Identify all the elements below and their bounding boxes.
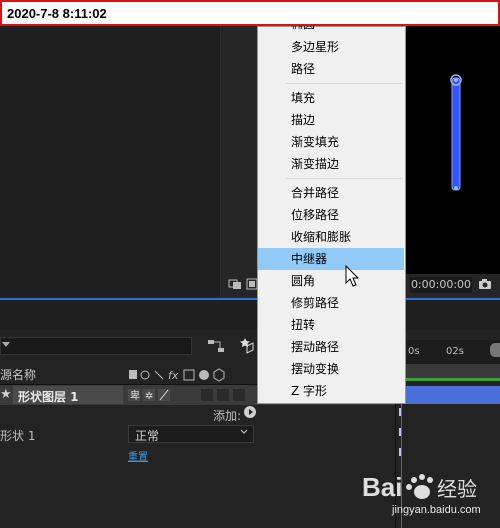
baidu-watermark-logo: Bai 经验 <box>362 472 477 502</box>
menu-item-label: 合并路径 <box>291 186 340 200</box>
menu-item-label: 修剪路径 <box>291 296 340 310</box>
chevron-down-icon[interactable] <box>240 428 248 436</box>
menu-item-zig-zag[interactable]: Z 字形 <box>258 380 404 402</box>
rectangle-shape-preview[interactable] <box>440 72 474 202</box>
menu-item-label: 渐变填充 <box>291 135 340 149</box>
layer-search-input[interactable] <box>0 337 192 355</box>
flowchart-icon[interactable] <box>207 339 225 353</box>
cache-indicator <box>396 378 500 381</box>
add-play-icon[interactable] <box>244 406 256 418</box>
ruler-tick-02s: 02s <box>446 346 464 357</box>
menu-separator <box>286 178 402 179</box>
menu-item-partial[interactable]: 椭圆 <box>258 26 404 36</box>
svg-text:Bai: Bai <box>362 472 402 502</box>
menu-separator <box>286 83 402 84</box>
motion-blur-icon <box>183 369 195 381</box>
menu-item-wiggle-transform[interactable]: 摆动变换 <box>258 358 404 380</box>
timestamp-text: 2020-7-8 8:11:02 <box>7 6 107 21</box>
menu-item-label: 路径 <box>291 62 316 76</box>
layer-star-icon: ★ <box>0 387 12 402</box>
menu-item-twist[interactable]: 扭转 <box>258 314 404 336</box>
search-dropdown-icon[interactable] <box>2 342 10 347</box>
menu-item-label: 摆动路径 <box>291 340 340 354</box>
add-label: 添加: <box>213 409 242 423</box>
menu-item-label: 收缩和膨胀 <box>291 230 352 244</box>
camera-icon[interactable] <box>478 278 492 290</box>
menu-item-label: 位移路径 <box>291 208 340 222</box>
timeline-tab-strip <box>0 300 500 330</box>
reset-link[interactable]: 重置 <box>128 448 148 463</box>
source-name-column[interactable]: 源名称 <box>0 366 36 383</box>
menu-item-label: 扭转 <box>291 318 316 332</box>
menu-item-polystar[interactable]: 多边星形 <box>258 36 404 58</box>
layer-duration-bar[interactable] <box>396 386 500 404</box>
menu-item-label: 椭圆 <box>291 26 315 35</box>
svg-text:经验: 经验 <box>437 477 477 501</box>
zoom-handle[interactable] <box>490 343 500 357</box>
adjustment-icon <box>199 370 209 380</box>
shape-tool-icon[interactable] <box>238 336 256 354</box>
menu-item-stroke[interactable]: 描边 <box>258 109 404 131</box>
menu-item-wiggle-paths[interactable]: 摆动路径 <box>258 336 404 358</box>
menu-item-label: Z 字形 <box>291 384 328 398</box>
menu-item-merge-paths[interactable]: 合并路径 <box>258 182 404 204</box>
layer-switches[interactable]: 卑 ✲ <box>128 388 172 402</box>
switches-header: fx <box>129 368 225 382</box>
svg-text:卑: 卑 <box>130 389 140 402</box>
3d-icon <box>213 368 225 382</box>
watermark-url: jingyan.baidu.com <box>392 504 481 516</box>
shape-group-label: 形状 1 <box>0 429 36 443</box>
svg-text:✲: ✲ <box>145 391 153 402</box>
menu-item-trim-paths[interactable]: 修剪路径 <box>258 292 404 314</box>
quality-icon <box>154 370 164 380</box>
menu-item-gradient-stroke[interactable]: 渐变描边 <box>258 153 404 175</box>
menu-item-label: 摆动变换 <box>291 362 340 376</box>
add-row <box>0 405 395 425</box>
project-panel <box>0 26 221 296</box>
menu-item-label: 多边星形 <box>291 40 340 54</box>
snapshot-icon[interactable] <box>228 278 242 290</box>
layer-name: 形状图层 1 <box>18 390 79 404</box>
menu-item-path[interactable]: 路径 <box>258 58 404 80</box>
menu-item-label: 圆角 <box>291 274 316 288</box>
layer-switch-boxes[interactable] <box>200 388 250 402</box>
work-area-bar[interactable] <box>396 364 500 378</box>
timestamp-bar: 2020-7-8 8:11:02 <box>0 0 500 26</box>
menu-item-label: 描边 <box>291 113 316 127</box>
timecode-display[interactable]: 0:00:00:00 <box>410 277 472 293</box>
menu-item-label: 中继器 <box>291 252 328 266</box>
menu-item-fill[interactable]: 填充 <box>258 87 404 109</box>
blend-mode-value: 正常 <box>135 429 160 443</box>
reset-row <box>0 445 395 465</box>
fx-icon: fx <box>168 369 179 382</box>
menu-item-offset-paths[interactable]: 位移路径 <box>258 204 404 226</box>
menu-item-round-corners[interactable]: 圆角 <box>258 270 404 292</box>
menu-item-label: 渐变描边 <box>291 157 340 171</box>
menu-item-label: 填充 <box>291 91 316 105</box>
mouse-cursor-icon <box>345 265 360 287</box>
menu-item-gradient-fill[interactable]: 渐变填充 <box>258 131 404 153</box>
ruler-tick-0s: 0s <box>408 346 420 357</box>
menu-item-repeater[interactable]: 中继器 <box>258 248 404 270</box>
collapse-icon <box>140 370 150 380</box>
shy-icon <box>129 370 137 379</box>
menu-item-pucker-bloat[interactable]: 收缩和膨胀 <box>258 226 404 248</box>
